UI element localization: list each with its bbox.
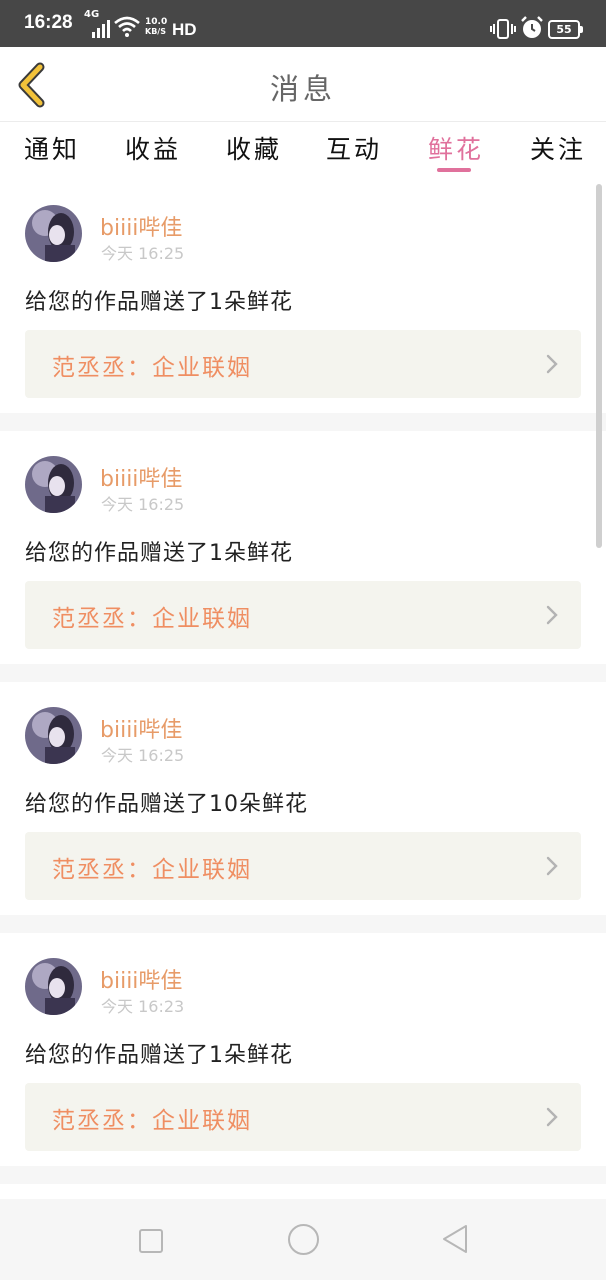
divider [0,915,606,933]
battery-level: 55 [556,23,572,36]
message-time: 今天 16:25 [101,746,185,765]
message-time: 今天 16:25 [101,495,185,514]
message-time: 今天 16:25 [101,244,185,263]
wifi-icon [114,16,140,37]
system-nav-bar [0,1199,606,1280]
username[interactable]: biiii哔佳 [100,461,182,493]
avatar[interactable] [25,205,82,262]
chevron-right-icon [546,605,558,625]
speed-unit: KB/S [145,27,166,36]
work-link[interactable]: 范丞丞：企业联姻 [25,832,581,900]
battery-tip [580,26,583,33]
message-item: biiii哔佳 今天 16:25 给您的作品赠送了1朵鲜花 范丞丞：企业联姻 [0,180,606,413]
tab-following[interactable]: 关注 [530,130,586,166]
tab-favorites[interactable]: 收藏 [226,130,282,166]
tab-flowers[interactable]: 鲜花 [428,130,484,166]
username[interactable]: biiii哔佳 [100,712,182,744]
username[interactable]: biiii哔佳 [100,963,182,995]
recent-apps-button[interactable] [139,1229,163,1253]
work-title: 范丞丞：企业联姻 [52,355,252,381]
message-item: biiii哔佳 今天 16:25 给您的作品赠送了10朵鲜花 范丞丞：企业联姻 [0,682,606,915]
active-tab-indicator [437,168,471,172]
avatar[interactable] [25,456,82,513]
tab-interactions[interactable]: 互动 [326,130,382,166]
message-text: 给您的作品赠送了1朵鲜花 [25,290,293,315]
avatar[interactable] [25,958,82,1015]
chevron-right-icon [546,856,558,876]
work-link[interactable]: 范丞丞：企业联姻 [25,1083,581,1151]
message-time: 今天 16:23 [101,997,185,1016]
divider [0,1166,606,1184]
username[interactable]: biiii哔佳 [100,210,182,242]
work-title: 范丞丞：企业联姻 [52,857,252,883]
avatar[interactable] [25,707,82,764]
chevron-right-icon [546,1107,558,1127]
divider [0,664,606,682]
work-title: 范丞丞：企业联姻 [52,606,252,632]
nav-bar: 消息 [0,47,606,122]
chevron-right-icon [546,354,558,374]
speed-value: 10.0 [145,17,168,27]
tab-bar: 通知 收益 收藏 互动 鲜花 关注 [0,122,606,178]
message-text: 给您的作品赠送了10朵鲜花 [25,792,308,817]
work-link[interactable]: 范丞丞：企业联姻 [25,330,581,398]
status-bar: 16:28 4G 10.0 KB/S HD 55 [0,0,606,47]
message-text: 给您的作品赠送了1朵鲜花 [25,1043,293,1068]
network-speed: 10.0 KB/S [145,17,168,37]
battery-icon: 55 [548,20,580,39]
divider [0,413,606,431]
vibrate-icon [490,19,516,39]
tab-earnings[interactable]: 收益 [125,130,181,166]
alarm-icon [521,16,543,38]
message-item: biiii哔佳 今天 16:25 给您的作品赠送了1朵鲜花 范丞丞：企业联姻 [0,431,606,664]
work-title: 范丞丞：企业联姻 [52,1108,252,1134]
hd-label: HD [172,20,197,39]
tab-notifications[interactable]: 通知 [24,130,80,166]
page-title: 消息 [269,72,336,106]
message-item: biiii哔佳 今天 16:23 给您的作品赠送了1朵鲜花 范丞丞：企业联姻 [0,933,606,1166]
network-type: 4G [84,9,100,20]
signal-icon [92,20,110,38]
status-time: 16:28 [24,12,73,33]
home-button[interactable] [288,1224,319,1255]
work-link[interactable]: 范丞丞：企业联姻 [25,581,581,649]
message-text: 给您的作品赠送了1朵鲜花 [25,541,293,566]
scrollbar[interactable] [596,184,602,548]
back-triangle-button[interactable] [440,1223,470,1255]
